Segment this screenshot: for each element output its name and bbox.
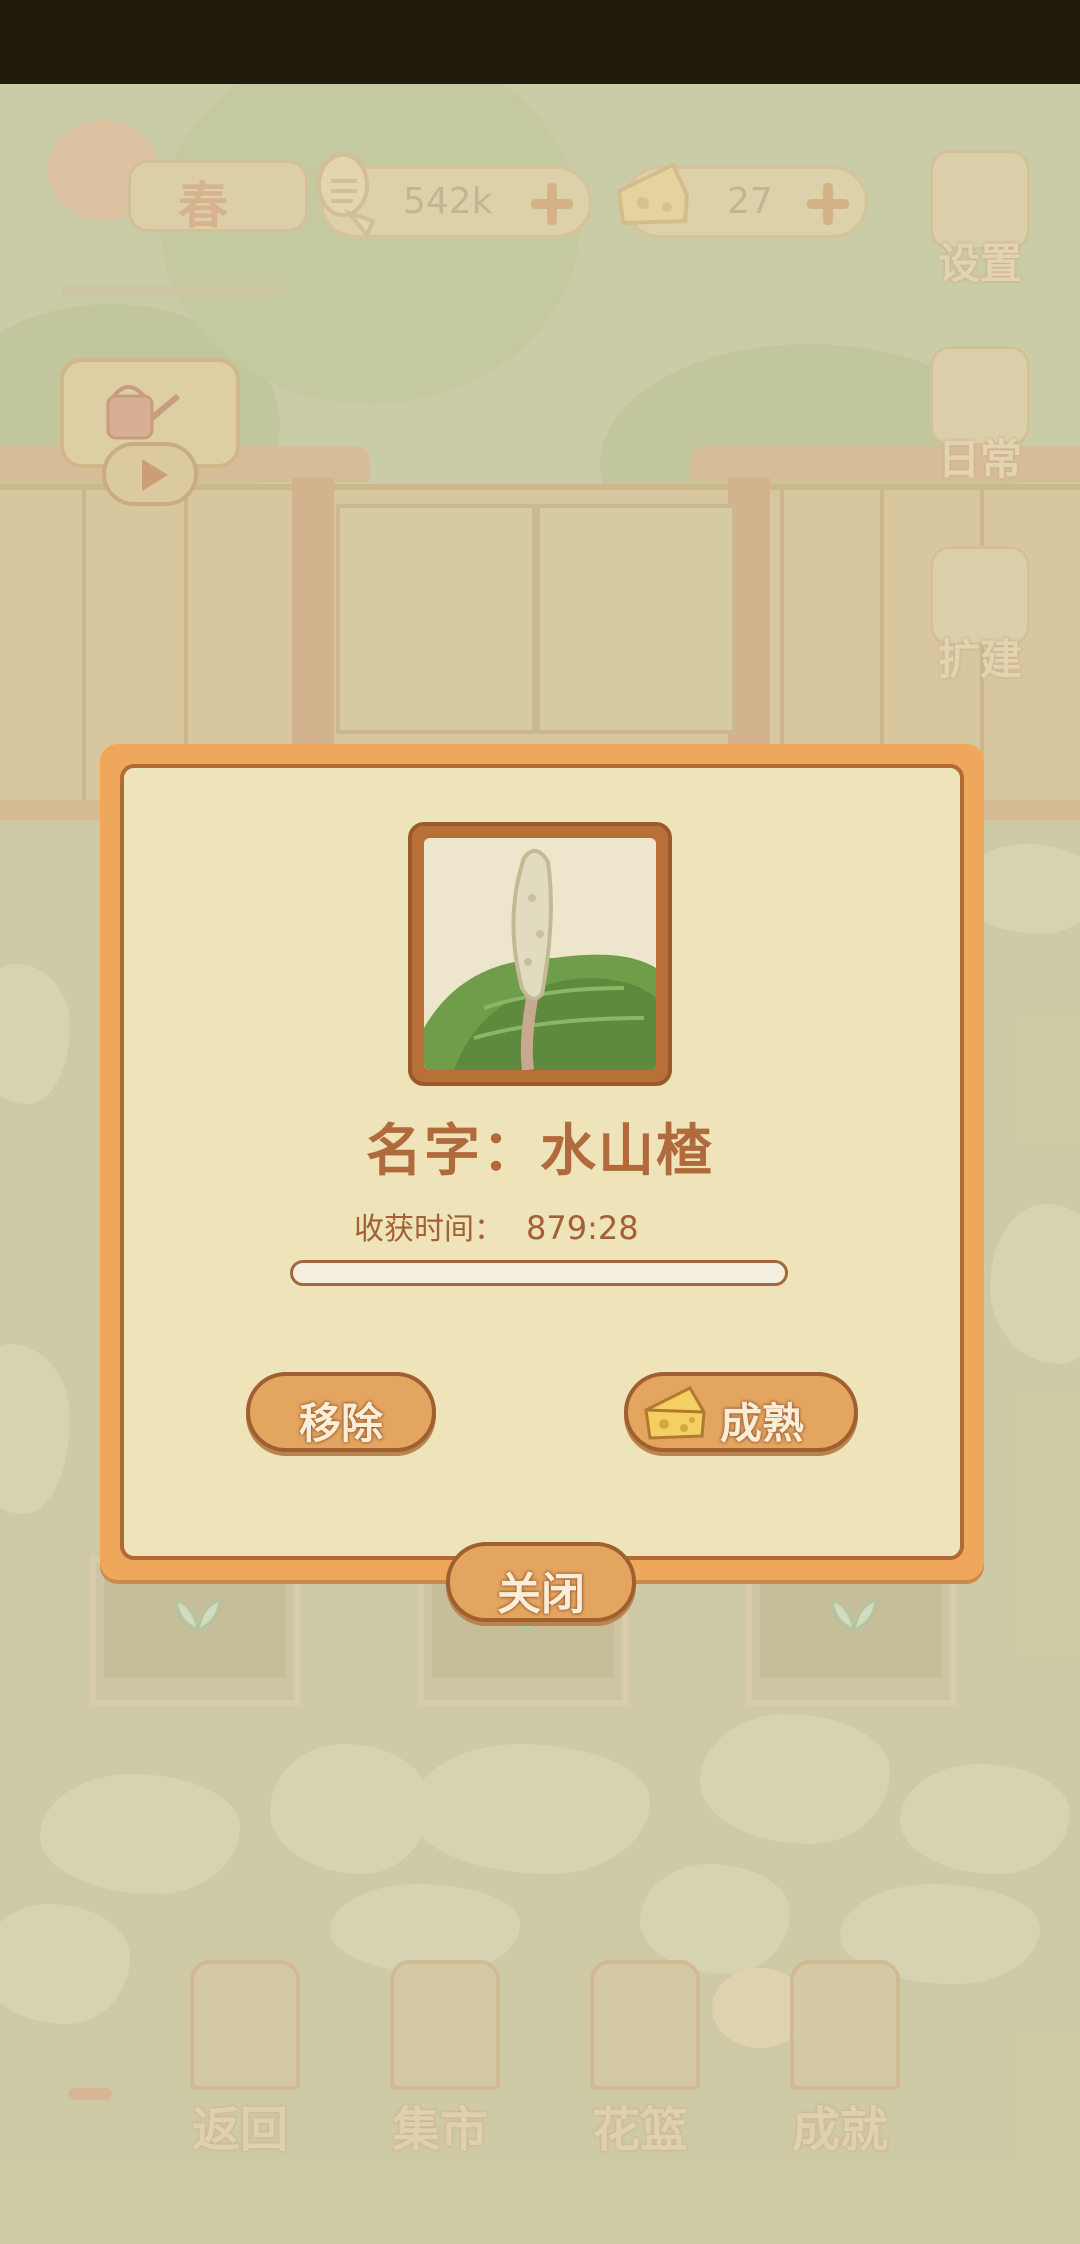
ripen-button-label: 成熟: [720, 1399, 805, 1448]
harvest-time-value: 879:28: [526, 1209, 639, 1247]
plant-image: [424, 838, 656, 1070]
status-bar: [0, 0, 1080, 84]
water-hawthorn-plant-icon: [424, 838, 656, 1070]
close-button-label: 关闭: [497, 1569, 585, 1620]
remove-button-label: 移除: [298, 1399, 383, 1448]
plant-image-frame: [408, 822, 672, 1086]
cheese-icon: [644, 1386, 706, 1440]
close-button[interactable]: 关闭: [446, 1542, 636, 1622]
plant-name: 名字：水山楂: [366, 1119, 714, 1184]
remove-button[interactable]: 移除: [246, 1372, 436, 1452]
harvest-time-label: 收获时间：: [354, 1212, 504, 1247]
growth-progress-bar: [290, 1260, 788, 1286]
ripen-button[interactable]: 成熟: [624, 1372, 858, 1452]
harvest-timer: 收获时间： 879:28: [354, 1204, 639, 1248]
